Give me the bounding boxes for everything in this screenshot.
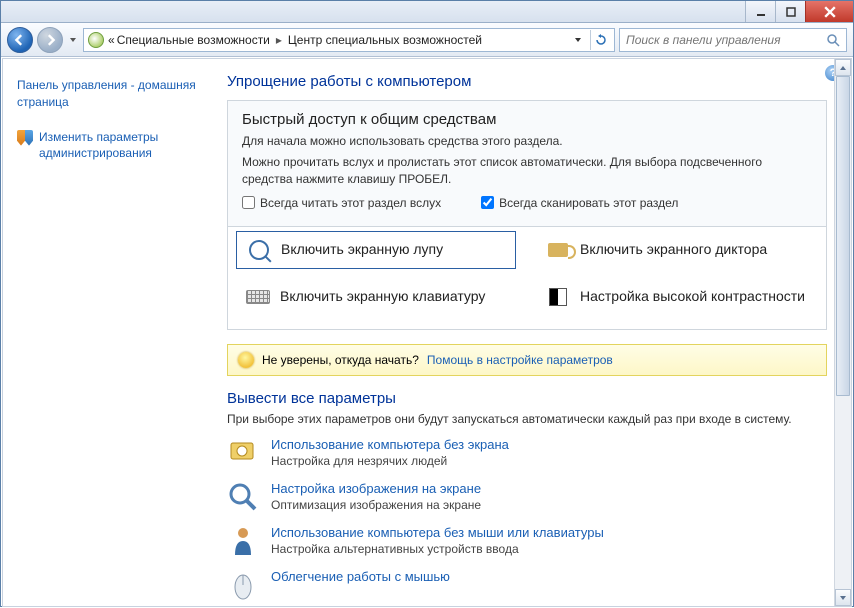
setting-link[interactable]: Использование компьютера без мыши или кл… <box>271 525 604 540</box>
nav-back-button[interactable] <box>7 27 33 53</box>
chevron-right-icon: ▸ <box>272 33 286 47</box>
setting-sub: Оптимизация изображения на экране <box>271 498 481 512</box>
minimize-button[interactable] <box>745 1 775 22</box>
sidebar-link-admin[interactable]: Изменить параметры администрирования <box>39 129 199 163</box>
tool-high-contrast[interactable]: Настройка высокой контрастности <box>536 279 816 315</box>
section-desc: При выборе этих параметров они будут зап… <box>227 411 827 428</box>
breadcrumb-item-1[interactable]: Специальные возможности <box>117 33 270 47</box>
scroll-up-button[interactable] <box>835 59 851 76</box>
sidebar: Панель управления - домашняя страница Из… <box>3 59 213 606</box>
vertical-scrollbar[interactable] <box>834 59 851 606</box>
page-title: Упрощение работы с компьютером <box>227 73 827 90</box>
display-settings-icon <box>227 481 259 513</box>
search-box[interactable] <box>619 28 847 52</box>
search-icon <box>826 33 840 47</box>
address-toolbar: « Специальные возможности ▸ Центр специа… <box>1 23 853 57</box>
setting-link[interactable]: Облегчение работы с мышью <box>271 569 450 584</box>
narrator-icon <box>546 238 570 262</box>
setting-row-mouse-easier: Облегчение работы с мышью <box>227 569 827 601</box>
hint-bar: Не уверены, откуда начать? Помощь в наст… <box>227 344 827 376</box>
setting-link[interactable]: Использование компьютера без экрана <box>271 437 509 452</box>
setting-sub: Настройка для незрячих людей <box>271 454 509 468</box>
breadcrumb[interactable]: « Специальные возможности ▸ Центр специа… <box>83 28 615 52</box>
refresh-button[interactable] <box>590 30 610 50</box>
quick-desc-1: Для начала можно использовать средства э… <box>242 134 812 148</box>
section-title: Вывести все параметры <box>227 390 827 407</box>
breadcrumb-item-2[interactable]: Центр специальных возможностей <box>288 33 482 47</box>
scroll-thumb[interactable] <box>836 76 850 396</box>
accessibility-person-icon <box>227 525 259 557</box>
checkbox-read-aloud[interactable]: Всегда читать этот раздел вслух <box>242 196 441 210</box>
setting-row-no-mouse-keyboard: Использование компьютера без мыши или кл… <box>227 525 827 557</box>
maximize-button[interactable] <box>775 1 805 22</box>
setting-row-no-display: Использование компьютера без экрана Наст… <box>227 437 827 469</box>
tool-narrator[interactable]: Включить экранного диктора <box>536 231 816 269</box>
shield-icon <box>17 130 33 146</box>
lightbulb-icon <box>238 352 254 368</box>
main-panel: Упрощение работы с компьютером Быстрый д… <box>213 59 851 606</box>
setting-sub: Настройка альтернативных устройств ввода <box>271 542 604 556</box>
hint-question: Не уверены, откуда начать? <box>262 353 419 367</box>
checkbox-scan-section[interactable]: Всегда сканировать этот раздел <box>481 196 678 210</box>
search-input[interactable] <box>626 33 826 47</box>
tools-grid: Включить экранную лупу Включить экранног… <box>227 227 827 330</box>
hint-link[interactable]: Помощь в настройке параметров <box>427 353 613 367</box>
window-titlebar <box>1 1 853 23</box>
nav-history-dropdown[interactable] <box>67 27 79 53</box>
magnifier-icon <box>247 238 271 262</box>
keyboard-icon <box>246 285 270 309</box>
quick-access-box: Быстрый доступ к общим средствам Для нач… <box>227 100 827 227</box>
scroll-track[interactable] <box>835 76 851 589</box>
setting-link[interactable]: Настройка изображения на экране <box>271 481 481 496</box>
quick-desc-2: Можно прочитать вслух и пролистать этот … <box>242 154 812 188</box>
settings-list: Использование компьютера без экрана Наст… <box>227 437 827 601</box>
quick-access-heading: Быстрый доступ к общим средствам <box>242 111 812 128</box>
mouse-icon <box>227 569 259 601</box>
close-button[interactable] <box>805 1 853 22</box>
tool-magnifier[interactable]: Включить экранную лупу <box>236 231 516 269</box>
control-panel-icon <box>88 32 104 48</box>
sidebar-link-home[interactable]: Панель управления - домашняя страница <box>17 78 196 109</box>
breadcrumb-dropdown[interactable] <box>568 30 588 50</box>
tool-onscreen-keyboard[interactable]: Включить экранную клавиатуру <box>236 279 516 315</box>
scroll-down-button[interactable] <box>835 589 851 606</box>
setting-row-display-settings: Настройка изображения на экране Оптимиза… <box>227 481 827 513</box>
no-display-icon <box>227 437 259 469</box>
contrast-icon <box>546 285 570 309</box>
breadcrumb-prefix: « <box>108 33 115 47</box>
nav-forward-button[interactable] <box>37 27 63 53</box>
